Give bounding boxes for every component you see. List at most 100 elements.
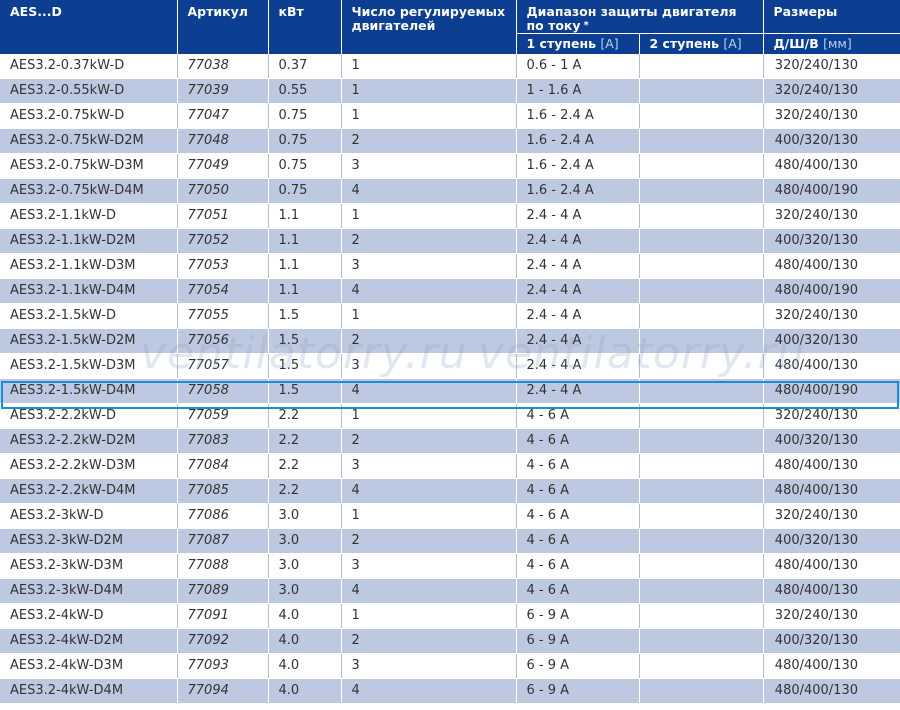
cell-stage2	[639, 378, 764, 404]
cell-stage1: 6 - 9 A	[516, 603, 640, 629]
cell-motors: 2	[341, 228, 517, 254]
cell-stage2	[639, 328, 764, 354]
cell-article: 77059	[177, 403, 269, 429]
table-row[interactable]: AES3.2-0.75kW-D 77047 0.75 1 1.6 - 2.4 A 320/…	[0, 103, 900, 129]
table-row[interactable]: AES3.2-3kW-D3M 77088 3.0 3 4 - 6 A 480/400/13…	[0, 553, 900, 579]
cell-power: 0.75	[268, 153, 342, 179]
table-row-selected[interactable]: AES3.2-1.5kW-D4M 77058 1.5 4 2.4 - 4 A 480/40…	[0, 378, 900, 404]
cell-stage1: 1.6 - 2.4 A	[516, 103, 640, 129]
cell-dims: 400/320/130	[763, 128, 900, 154]
table-row[interactable]: AES3.2-1.5kW-D 77055 1.5 1 2.4 - 4 A 320/240/…	[0, 303, 900, 329]
cell-stage2	[639, 178, 764, 204]
cell-article: 77039	[177, 78, 269, 104]
header-model: AES...D	[0, 0, 178, 54]
header-article: Артикул	[177, 0, 269, 54]
cell-stage2	[639, 578, 764, 604]
table-row[interactable]: AES3.2-3kW-D2M 77087 3.0 2 4 - 6 A 400/320/13…	[0, 528, 900, 554]
cell-article: 77088	[177, 553, 269, 579]
header-motors: Число регулируемых двигателей	[341, 0, 517, 54]
table-row[interactable]: AES3.2-1.1kW-D2M 77052 1.1 2 2.4 - 4 A 400/32…	[0, 228, 900, 254]
cell-stage1: 2.4 - 4 A	[516, 203, 640, 229]
table-row[interactable]: AES3.2-1.5kW-D3M 77057 1.5 3 2.4 - 4 A 480/40…	[0, 353, 900, 379]
cell-power: 2.2	[268, 478, 342, 504]
cell-power: 1.1	[268, 203, 342, 229]
cell-stage1: 2.4 - 4 A	[516, 353, 640, 379]
table-body: AES3.2-0.37kW-D 77038 0.37 1 0.6 - 1 A 320/24…	[0, 54, 900, 704]
table-row[interactable]: AES3.2-0.75kW-D3M 77049 0.75 3 1.6 - 2.4 A 48…	[0, 153, 900, 179]
cell-dims: 320/240/130	[763, 603, 900, 629]
cell-dims: 480/400/130	[763, 353, 900, 379]
table-row[interactable]: AES3.2-1.1kW-D4M 77054 1.1 4 2.4 - 4 A 480/40…	[0, 278, 900, 304]
table-header: AES...D Артикул кВт Число регулируемых д…	[0, 0, 900, 54]
cell-stage1: 6 - 9 A	[516, 653, 640, 679]
cell-motors: 2	[341, 328, 517, 354]
table-row[interactable]: AES3.2-2.2kW-D 77059 2.2 1 4 - 6 A 320/240/13…	[0, 403, 900, 429]
cell-stage1: 1.6 - 2.4 A	[516, 128, 640, 154]
header-stage2: 2 ступень [A]	[639, 33, 764, 54]
cell-model: AES3.2-3kW-D4M	[0, 578, 178, 604]
cell-motors: 2	[341, 128, 517, 154]
table-row[interactable]: AES3.2-0.75kW-D4M 77050 0.75 4 1.6 - 2.4 A 48…	[0, 178, 900, 204]
cell-stage2	[639, 553, 764, 579]
table-row[interactable]: AES3.2-4kW-D3M 77093 4.0 3 6 - 9 A 480/400/13…	[0, 653, 900, 679]
table-row[interactable]: AES3.2-2.2kW-D2M 77083 2.2 2 4 - 6 A 400/320/…	[0, 428, 900, 454]
cell-article: 77058	[177, 378, 269, 404]
cell-article: 77094	[177, 678, 269, 704]
cell-stage2	[639, 253, 764, 279]
table-row[interactable]: AES3.2-2.2kW-D4M 77085 2.2 4 4 - 6 A 480/400/…	[0, 478, 900, 504]
cell-stage2	[639, 403, 764, 429]
cell-article: 77086	[177, 503, 269, 529]
cell-model: AES3.2-1.5kW-D	[0, 303, 178, 329]
table-row[interactable]: AES3.2-4kW-D2M 77092 4.0 2 6 - 9 A 400/320/13…	[0, 628, 900, 654]
table-row[interactable]: AES3.2-0.75kW-D2M 77048 0.75 2 1.6 - 2.4 A 40…	[0, 128, 900, 154]
cell-model: AES3.2-0.55kW-D	[0, 78, 178, 104]
cell-dims: 480/400/130	[763, 553, 900, 579]
cell-model: AES3.2-0.75kW-D3M	[0, 153, 178, 179]
cell-dims: 400/320/130	[763, 628, 900, 654]
cell-power: 2.2	[268, 403, 342, 429]
table-row[interactable]: AES3.2-2.2kW-D3M 77084 2.2 3 4 - 6 A 480/400/…	[0, 453, 900, 479]
cell-stage2	[639, 128, 764, 154]
cell-power: 4.0	[268, 603, 342, 629]
table-row[interactable]: AES3.2-1.1kW-D3M 77053 1.1 3 2.4 - 4 A 480/40…	[0, 253, 900, 279]
cell-model: AES3.2-3kW-D3M	[0, 553, 178, 579]
cell-dims: 400/320/130	[763, 228, 900, 254]
table-row[interactable]: AES3.2-4kW-D4M 77094 4.0 4 6 - 9 A 480/400/13…	[0, 678, 900, 704]
cell-motors: 3	[341, 453, 517, 479]
cell-model: AES3.2-0.37kW-D	[0, 54, 178, 79]
table-row[interactable]: AES3.2-1.1kW-D 77051 1.1 1 2.4 - 4 A 320/240/…	[0, 203, 900, 229]
cell-article: 77087	[177, 528, 269, 554]
table-row[interactable]: AES3.2-1.5kW-D2M 77056 1.5 2 2.4 - 4 A 400/32…	[0, 328, 900, 354]
cell-model: AES3.2-4kW-D	[0, 603, 178, 629]
cell-motors: 2	[341, 528, 517, 554]
cell-motors: 4	[341, 278, 517, 304]
cell-stage2	[639, 78, 764, 104]
cell-dims: 320/240/130	[763, 54, 900, 79]
cell-dims: 480/400/190	[763, 178, 900, 204]
table-row[interactable]: AES3.2-3kW-D 77086 3.0 1 4 - 6 A 320/240/130	[0, 503, 900, 529]
cell-dims: 480/400/130	[763, 153, 900, 179]
table-row[interactable]: AES3.2-4kW-D 77091 4.0 1 6 - 9 A 320/240/130	[0, 603, 900, 629]
cell-motors: 1	[341, 603, 517, 629]
header-stage1: 1 ступень [A]	[516, 33, 640, 54]
cell-model: AES3.2-0.75kW-D	[0, 103, 178, 129]
cell-article: 77056	[177, 328, 269, 354]
cell-stage1: 4 - 6 A	[516, 428, 640, 454]
table-row[interactable]: AES3.2-3kW-D4M 77089 3.0 4 4 - 6 A 480/400/13…	[0, 578, 900, 604]
cell-stage2	[639, 228, 764, 254]
cell-dims: 480/400/190	[763, 278, 900, 304]
cell-stage2	[639, 628, 764, 654]
cell-stage2	[639, 453, 764, 479]
table-row[interactable]: AES3.2-0.55kW-D 77039 0.55 1 1 - 1.6 A 320/24…	[0, 78, 900, 104]
cell-stage1: 4 - 6 A	[516, 478, 640, 504]
cell-stage1: 1 - 1.6 A	[516, 78, 640, 104]
cell-stage2	[639, 503, 764, 529]
cell-power: 1.5	[268, 378, 342, 404]
cell-stage1: 2.4 - 4 A	[516, 378, 640, 404]
cell-model: AES3.2-2.2kW-D4M	[0, 478, 178, 504]
cell-power: 3.0	[268, 578, 342, 604]
cell-stage1: 0.6 - 1 A	[516, 54, 640, 79]
cell-dims: 480/400/190	[763, 378, 900, 404]
table-row[interactable]: AES3.2-0.37kW-D 77038 0.37 1 0.6 - 1 A 320/24…	[0, 54, 900, 79]
cell-power: 4.0	[268, 653, 342, 679]
